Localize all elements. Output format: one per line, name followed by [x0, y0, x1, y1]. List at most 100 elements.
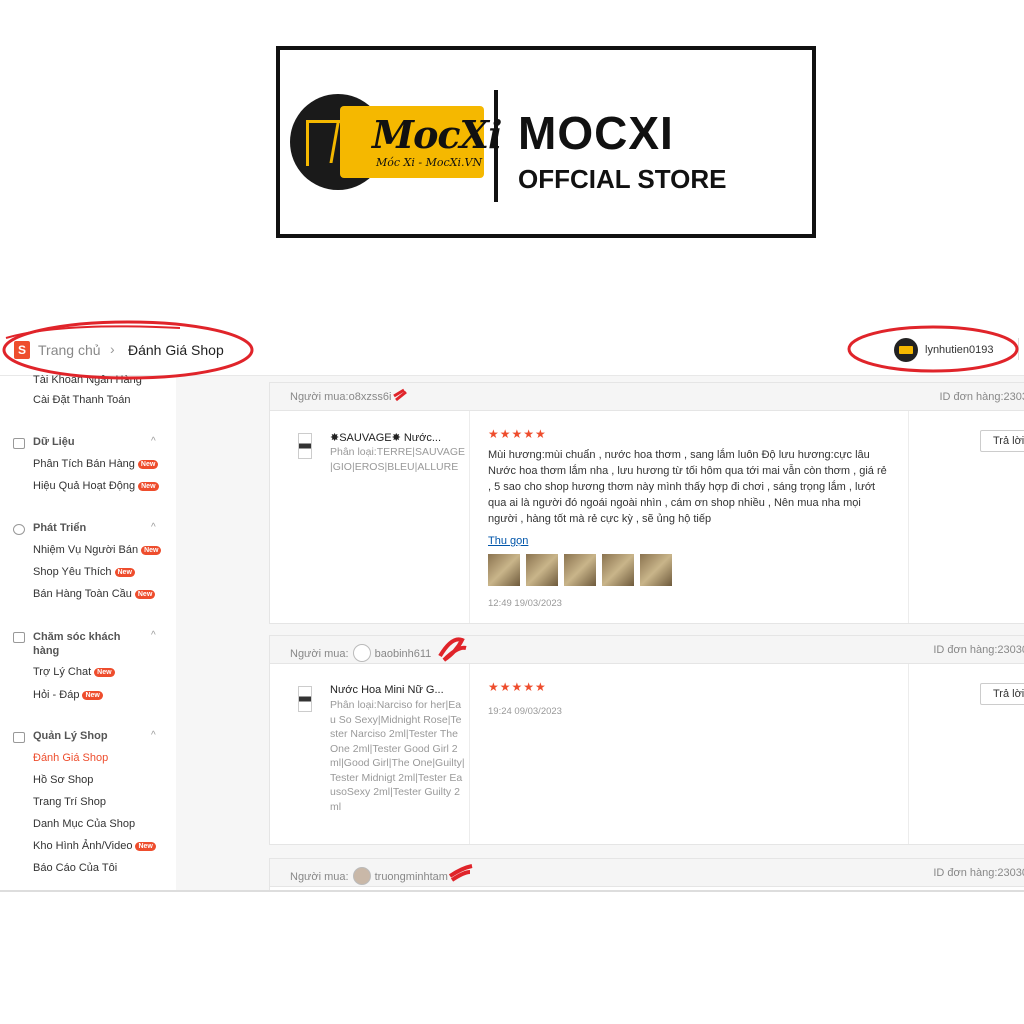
sidebar-section-growth[interactable]: Phát Triển [33, 522, 86, 534]
chevron-up-icon[interactable]: ^ [151, 522, 156, 533]
chart-icon [13, 438, 25, 449]
user-avatar[interactable] [894, 338, 918, 362]
buyer-avatar [352, 867, 371, 885]
screenshot-bottom-edge [0, 890, 1024, 892]
buyer-info: Người mua: truongminhtam [290, 867, 448, 885]
review-photo[interactable] [526, 554, 558, 586]
review-photo[interactable] [488, 554, 520, 586]
seller-center-screenshot: S Trang chủ › Đánh Giá Shop lynhutien019… [0, 322, 1024, 892]
breadcrumb-current: Đánh Giá Shop [128, 342, 224, 358]
sidebar-item-shop-profile[interactable]: Hồ Sơ Shop [33, 774, 93, 786]
review-photo[interactable] [640, 554, 672, 586]
logo-subtitle: Móc Xi - MocXi.VN [376, 156, 483, 169]
sidebar-item-seller-missions[interactable]: Nhiệm Vụ Người Bán New [33, 544, 162, 556]
shop-icon [13, 732, 25, 743]
new-badge: New [138, 482, 159, 491]
sidebar-item-label: Kho Hình Ảnh/Video [33, 840, 133, 852]
product-name[interactable]: ✸SAUVAGE✸ Nước... [330, 431, 454, 444]
buyer-label: Người mua: [290, 871, 349, 883]
sidebar-item-shop-categories[interactable]: Danh Mục Của Shop [33, 818, 135, 830]
sidebar-item-label: Hỏi - Đáp [33, 689, 80, 701]
new-badge: New [94, 668, 115, 677]
product-thumbnail[interactable] [298, 686, 312, 712]
buyer-name[interactable]: o8xzss6i [349, 391, 392, 403]
username[interactable]: lynhutien0193 [925, 344, 994, 356]
review-card: Người mua: truongminhtam ID đơn hàng:2303… [269, 858, 1024, 892]
buyer-label: Người mua: [290, 391, 349, 403]
sidebar-item-chat-assistant[interactable]: Trợ Lý Chat New [33, 666, 115, 678]
store-banner: MocXi Móc Xi - MocXi.VN MOCXI OFFCIAL ST… [276, 46, 816, 238]
sidebar-item-sales-analytics[interactable]: Phân Tích Bán Hàng New [33, 458, 159, 470]
review-header: Người mua: truongminhtam ID đơn hàng:2303… [270, 859, 1024, 887]
sidebar-item-shop-decoration[interactable]: Trang Trí Shop [33, 796, 106, 808]
column-divider [908, 664, 909, 844]
brand-name: MOCXI [518, 107, 674, 159]
sidebar-item-qa[interactable]: Hỏi - Đáp New [33, 689, 103, 701]
review-header: Người mua:o8xzss6i ID đơn hàng:2303 [270, 383, 1024, 411]
review-photo[interactable] [602, 554, 634, 586]
reply-button[interactable]: Trả lời [980, 430, 1024, 452]
sidebar-item-favorite-shop[interactable]: Shop Yêu Thích New [33, 566, 135, 578]
sidebar-item-performance[interactable]: Hiệu Quả Hoạt Động New [33, 480, 159, 492]
logo-m-mark [306, 120, 362, 166]
buyer-info: Người mua:o8xzss6i [290, 391, 391, 403]
sidebar-item-global-selling[interactable]: Bán Hàng Toàn Cầu New [33, 588, 156, 600]
buyer-avatar [352, 644, 371, 662]
sidebar-item-label: Trợ Lý Chat [33, 666, 92, 678]
rating-stars: ★★★★★ [488, 680, 547, 694]
sidebar-item-bank-account[interactable]: Tài Khoản Ngân Hàng [33, 374, 142, 386]
review-body: ✸SAUVAGE✸ Nước... Phân loại:TERRE|SAUVAG… [270, 411, 1024, 623]
product-variation: Phân loại:TERRE|SAUVAGE|GIO|EROS|BLEU|AL… [330, 446, 466, 473]
review-card: Người mua: baobinh611 ID đơn hàng:23030 N… [269, 635, 1024, 845]
review-card: Người mua:o8xzss6i ID đơn hàng:2303 ✸SAU… [269, 382, 1024, 624]
buyer-name[interactable]: baobinh611 [375, 648, 432, 660]
chat-icon [13, 632, 25, 643]
review-header: Người mua: baobinh611 ID đơn hàng:23030 [270, 636, 1024, 664]
sidebar-item-my-reports[interactable]: Báo Cáo Của Tôi [33, 862, 117, 874]
chevron-up-icon[interactable]: ^ [151, 630, 156, 641]
collapse-link[interactable]: Thu gọn [488, 535, 528, 547]
sidebar-item-shop-reviews[interactable]: Đánh Giá Shop [33, 752, 108, 764]
sidebar-section-shop-management[interactable]: Quản Lý Shop [33, 730, 108, 742]
sidebar-item-label: Phân Tích Bán Hàng [33, 458, 135, 470]
review-time: 19:24 09/03/2023 [488, 706, 562, 717]
sidebar-item-media-library[interactable]: Kho Hình Ảnh/Video New [33, 840, 156, 852]
order-id[interactable]: ID đơn hàng:23030 [933, 867, 1024, 879]
topbar-divider [1018, 338, 1019, 360]
sidebar-item-label: Nhiệm Vụ Người Bán [33, 544, 139, 556]
rating-stars: ★★★★★ [488, 427, 547, 441]
reply-button[interactable]: Trả lời [980, 683, 1024, 705]
column-divider [908, 411, 909, 623]
order-id[interactable]: ID đơn hàng:23030 [933, 644, 1024, 656]
sidebar-item-label: Shop Yêu Thích [33, 566, 112, 578]
chevron-up-icon[interactable]: ^ [151, 436, 156, 447]
chevron-up-icon[interactable]: ^ [151, 730, 156, 741]
product-name[interactable]: Nước Hoa Mini Nữ G... [330, 684, 454, 696]
product-variation: Phân loại:Narciso for her|Eau So Sexy|Mi… [330, 699, 465, 813]
review-photo[interactable] [564, 554, 596, 586]
growth-icon [13, 524, 25, 535]
buyer-name[interactable]: truongminhtam [375, 871, 448, 883]
new-badge: New [141, 546, 162, 555]
top-bar: S Trang chủ › Đánh Giá Shop lynhutien019… [0, 322, 1024, 376]
chevron-right-icon: › [110, 341, 115, 357]
sidebar-item-label: Bán Hàng Toàn Cầu [33, 588, 132, 600]
new-badge: New [134, 590, 156, 599]
order-id[interactable]: ID đơn hàng:2303 [939, 391, 1024, 403]
product-thumbnail[interactable] [298, 433, 312, 459]
review-body: Nước Hoa Mini Nữ G... Phân loại:Narciso … [270, 664, 1024, 844]
review-comment: Mùi hương:mùi chuẩn , nước hoa thơm , sa… [488, 449, 887, 525]
shopee-logo-icon[interactable]: S [14, 341, 30, 359]
buyer-label: Người mua: [290, 648, 349, 660]
logo-word: MocXi [372, 112, 502, 157]
sidebar-item-payment-settings[interactable]: Cài Đặt Thanh Toán [33, 394, 130, 406]
sidebar-section-customer-care[interactable]: Chăm sóc khách hàng [33, 630, 143, 658]
new-badge: New [114, 568, 135, 577]
sidebar-section-data[interactable]: Dữ Liệu [33, 436, 75, 448]
review-time: 12:49 19/03/2023 [488, 598, 562, 609]
new-badge: New [135, 842, 156, 851]
sidebar: Tài Khoản Ngân Hàng Cài Đặt Thanh Toán D… [0, 374, 176, 892]
new-badge: New [137, 460, 159, 469]
breadcrumb-home[interactable]: Trang chủ [38, 342, 101, 358]
sidebar-item-label: Hiệu Quả Hoạt Động [33, 480, 136, 492]
